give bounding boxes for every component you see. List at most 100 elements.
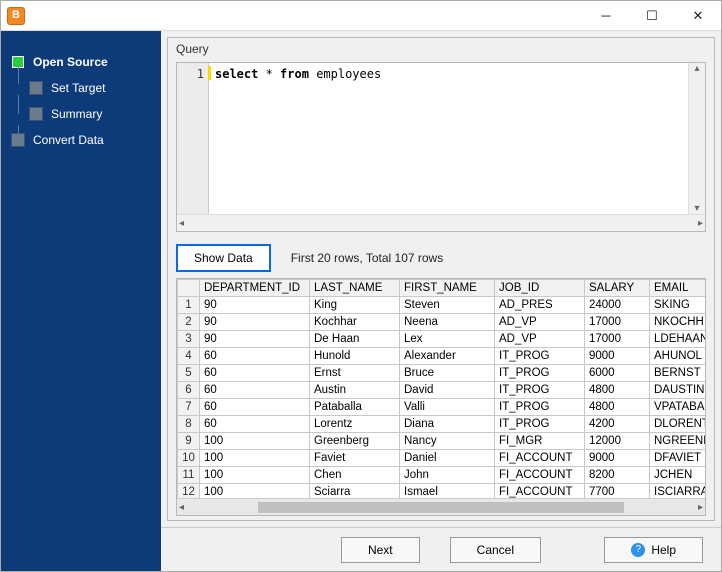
cell[interactable]: 4200 (585, 416, 650, 433)
cell[interactable]: Neena (400, 314, 495, 331)
row-number-cell[interactable]: 8 (178, 416, 200, 433)
cell[interactable]: NGREENE (650, 433, 706, 450)
cell[interactable]: 60 (200, 365, 310, 382)
row-number-cell[interactable]: 10 (178, 450, 200, 467)
row-number-cell[interactable]: 11 (178, 467, 200, 484)
table-row[interactable]: 560ErnstBruceIT_PROG6000BERNST (178, 365, 706, 382)
cancel-button[interactable]: Cancel (450, 537, 541, 563)
cell[interactable]: Nancy (400, 433, 495, 450)
cell[interactable]: FI_MGR (495, 433, 585, 450)
cell[interactable]: IT_PROG (495, 382, 585, 399)
cell[interactable]: 17000 (585, 314, 650, 331)
row-number-cell[interactable]: 7 (178, 399, 200, 416)
cell[interactable]: LDEHAAN (650, 331, 706, 348)
step-open-source[interactable]: Open Source (1, 49, 161, 75)
cell[interactable]: DAUSTIN (650, 382, 706, 399)
cell[interactable]: 90 (200, 314, 310, 331)
table-row[interactable]: 10100FavietDanielFI_ACCOUNT9000DFAVIET (178, 450, 706, 467)
cell[interactable]: De Haan (310, 331, 400, 348)
row-number-cell[interactable]: 4 (178, 348, 200, 365)
cell[interactable]: 7700 (585, 484, 650, 499)
column-header[interactable]: FIRST_NAME (400, 280, 495, 297)
row-number-cell[interactable]: 12 (178, 484, 200, 499)
query-editor[interactable]: 1 select * from employees ▴▾ ◂▸ (176, 62, 706, 232)
titlebar[interactable]: ─ ☐ ✕ (1, 1, 721, 31)
cell[interactable]: JCHEN (650, 467, 706, 484)
cell[interactable]: Diana (400, 416, 495, 433)
cell[interactable]: 90 (200, 331, 310, 348)
cell[interactable]: Ernst (310, 365, 400, 382)
cell[interactable]: IT_PROG (495, 365, 585, 382)
cell[interactable]: 6000 (585, 365, 650, 382)
query-text[interactable]: select * from employees (209, 63, 688, 214)
cell[interactable]: IT_PROG (495, 348, 585, 365)
cell[interactable]: Lex (400, 331, 495, 348)
help-button[interactable]: ? Help (604, 537, 703, 563)
cell[interactable]: 60 (200, 416, 310, 433)
cell[interactable]: NKOCHH (650, 314, 706, 331)
cell[interactable]: King (310, 297, 400, 314)
cell[interactable]: 9000 (585, 450, 650, 467)
cell[interactable]: DFAVIET (650, 450, 706, 467)
cell[interactable]: Greenberg (310, 433, 400, 450)
column-header[interactable]: SALARY (585, 280, 650, 297)
row-number-header[interactable] (178, 280, 200, 297)
table-row[interactable]: 9100GreenbergNancyFI_MGR12000NGREENE (178, 433, 706, 450)
cell[interactable]: Austin (310, 382, 400, 399)
column-header[interactable]: DEPARTMENT_ID (200, 280, 310, 297)
next-button[interactable]: Next (341, 537, 420, 563)
cell[interactable]: 90 (200, 297, 310, 314)
table-row[interactable]: 290KochharNeenaAD_VP17000NKOCHH (178, 314, 706, 331)
cell[interactable]: Steven (400, 297, 495, 314)
table-row[interactable]: 760PataballaValliIT_PROG4800VPATABA (178, 399, 706, 416)
cell[interactable]: IT_PROG (495, 399, 585, 416)
cell[interactable]: Daniel (400, 450, 495, 467)
cell[interactable]: Alexander (400, 348, 495, 365)
table-row[interactable]: 460HunoldAlexanderIT_PROG9000AHUNOL (178, 348, 706, 365)
cell[interactable]: FI_ACCOUNT (495, 450, 585, 467)
cell[interactable]: 60 (200, 382, 310, 399)
cell[interactable]: ISCIARRA (650, 484, 706, 499)
cell[interactable]: 100 (200, 467, 310, 484)
cell[interactable]: FI_ACCOUNT (495, 484, 585, 499)
column-header[interactable]: LAST_NAME (310, 280, 400, 297)
cell[interactable]: 100 (200, 450, 310, 467)
cell[interactable]: Ismael (400, 484, 495, 499)
cell[interactable]: Lorentz (310, 416, 400, 433)
cell[interactable]: BERNST (650, 365, 706, 382)
cell[interactable]: Pataballa (310, 399, 400, 416)
cell[interactable]: 8200 (585, 467, 650, 484)
cell[interactable]: David (400, 382, 495, 399)
cell[interactable]: Faviet (310, 450, 400, 467)
table-row[interactable]: 660AustinDavidIT_PROG4800DAUSTIN (178, 382, 706, 399)
step-summary[interactable]: Summary (1, 101, 161, 127)
cell[interactable]: Chen (310, 467, 400, 484)
table-row[interactable]: 12100SciarraIsmaelFI_ACCOUNT7700ISCIARRA (178, 484, 706, 499)
editor-horizontal-scrollbar[interactable]: ◂▸ (177, 214, 705, 231)
cell[interactable]: 4800 (585, 399, 650, 416)
cell[interactable]: 9000 (585, 348, 650, 365)
close-button[interactable]: ✕ (675, 1, 721, 31)
cell[interactable]: FI_ACCOUNT (495, 467, 585, 484)
grid-horizontal-scrollbar[interactable]: ◂▸ (177, 498, 705, 515)
table-row[interactable]: 190KingStevenAD_PRES24000SKING (178, 297, 706, 314)
minimize-button[interactable]: ─ (583, 1, 629, 31)
column-header[interactable]: JOB_ID (495, 280, 585, 297)
row-number-cell[interactable]: 1 (178, 297, 200, 314)
maximize-button[interactable]: ☐ (629, 1, 675, 31)
cell[interactable]: SKING (650, 297, 706, 314)
cell[interactable]: John (400, 467, 495, 484)
cell[interactable]: Bruce (400, 365, 495, 382)
cell[interactable]: 12000 (585, 433, 650, 450)
result-grid[interactable]: DEPARTMENT_IDLAST_NAMEFIRST_NAMEJOB_IDSA… (176, 278, 706, 516)
row-number-cell[interactable]: 5 (178, 365, 200, 382)
cell[interactable]: Hunold (310, 348, 400, 365)
cell[interactable]: 17000 (585, 331, 650, 348)
cell[interactable]: 60 (200, 399, 310, 416)
cell[interactable]: 24000 (585, 297, 650, 314)
row-number-cell[interactable]: 3 (178, 331, 200, 348)
show-data-button[interactable]: Show Data (176, 244, 271, 272)
cell[interactable]: Sciarra (310, 484, 400, 499)
table-row[interactable]: 390De HaanLexAD_VP17000LDEHAAN (178, 331, 706, 348)
cell[interactable]: 100 (200, 433, 310, 450)
